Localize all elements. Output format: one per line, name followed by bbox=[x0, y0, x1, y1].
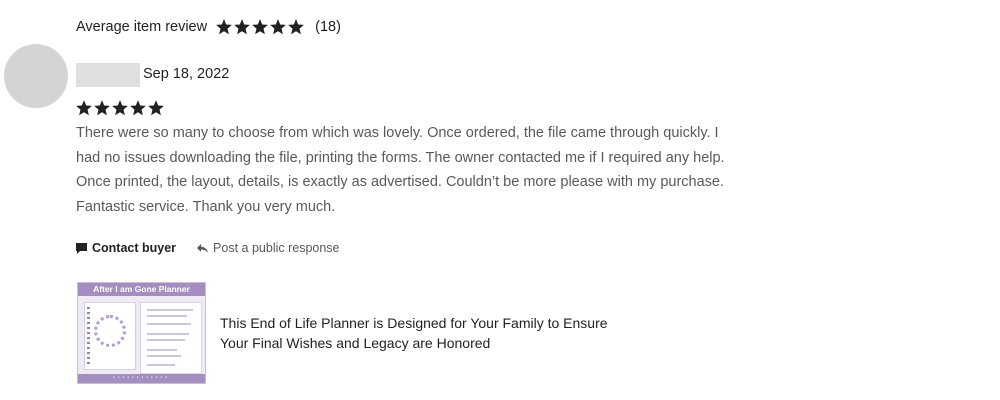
review-actions: Contact buyer Post a public response bbox=[75, 241, 340, 255]
review-count: (18) bbox=[315, 19, 341, 35]
star-icon bbox=[270, 19, 286, 35]
average-review-label: Average item review bbox=[76, 19, 208, 35]
purchased-item-listing[interactable]: After I am Gone Planner •••••••••••• Thi… bbox=[77, 282, 660, 384]
post-public-response-label: Post a public response bbox=[213, 241, 340, 255]
star-icon bbox=[288, 19, 304, 35]
star-icon bbox=[148, 100, 164, 116]
reviewer-avatar[interactable] bbox=[4, 44, 68, 108]
average-rating-stars bbox=[215, 18, 305, 36]
star-icon bbox=[252, 19, 268, 35]
contact-buyer-button[interactable]: Contact buyer bbox=[75, 241, 176, 255]
average-review-summary: Average item review (18) bbox=[76, 18, 341, 36]
review-text-line: Fantastic service. Thank you very much. bbox=[76, 198, 336, 215]
star-icon bbox=[216, 19, 232, 35]
star-icon bbox=[76, 100, 92, 116]
listing-title-line: Your Final Wishes and Legacy are Honored bbox=[220, 335, 491, 351]
review-date: Sep 18, 2022 bbox=[143, 66, 230, 82]
star-icon bbox=[112, 100, 128, 116]
reviewer-name-redacted bbox=[76, 63, 140, 87]
review-text-line: There were so many to choose from which … bbox=[76, 125, 719, 141]
reply-arrow-icon bbox=[197, 243, 209, 253]
review-text: There were so many to choose from which … bbox=[76, 121, 776, 219]
listing-thumbnail[interactable]: After I am Gone Planner •••••••••••• bbox=[77, 282, 206, 384]
listing-title-line: This End of Life Planner is Designed for… bbox=[220, 315, 608, 331]
star-icon bbox=[130, 100, 146, 116]
review-card: Average item review (18) Sep 18, 2022 Th… bbox=[0, 0, 1000, 400]
contact-buyer-label: Contact buyer bbox=[92, 241, 177, 255]
listing-title[interactable]: This End of Life Planner is Designed for… bbox=[220, 313, 660, 353]
star-icon bbox=[94, 100, 110, 116]
chat-bubble-icon bbox=[76, 242, 87, 254]
thumbnail-header: After I am Gone Planner bbox=[78, 283, 205, 296]
star-icon bbox=[234, 19, 250, 35]
thumbnail-planner-cover bbox=[84, 302, 136, 370]
thumbnail-info-card bbox=[140, 302, 202, 374]
thumbnail-wreath bbox=[94, 315, 126, 347]
review-text-line: had no issues downloading the file, prin… bbox=[76, 149, 725, 166]
post-public-response-button[interactable]: Post a public response bbox=[196, 241, 340, 255]
review-text-line: Once printed, the layout, details, is ex… bbox=[76, 174, 724, 190]
thumbnail-footer: •••••••••••• bbox=[78, 374, 205, 383]
review-rating-stars bbox=[75, 99, 165, 117]
